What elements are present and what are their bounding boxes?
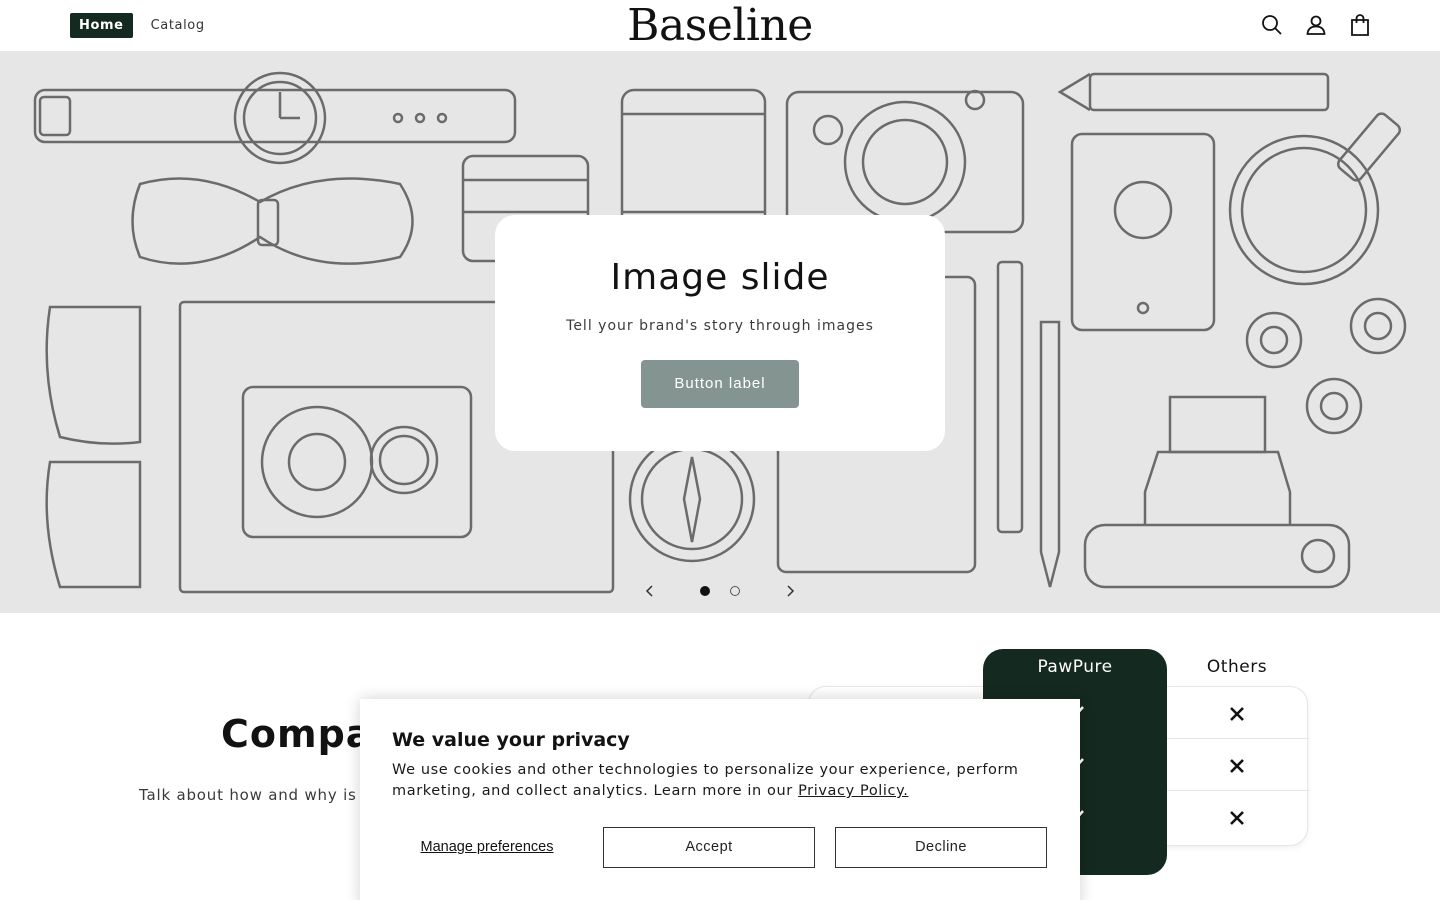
- site-logo[interactable]: Baseline: [0, 0, 1440, 52]
- cookie-text: We use cookies and other technologies to…: [392, 760, 1052, 802]
- cart-icon[interactable]: [1348, 13, 1372, 37]
- hero-subtitle: Tell your brand's story through images: [566, 318, 874, 334]
- cookie-banner: We value your privacy We use cookies and…: [360, 699, 1080, 900]
- decline-button[interactable]: Decline: [835, 827, 1047, 868]
- chevron-left-icon[interactable]: [640, 581, 660, 601]
- others-column-header: Others: [1206, 657, 1268, 677]
- slide-dot-1[interactable]: [700, 586, 710, 596]
- x-icon: [1227, 756, 1247, 776]
- slider-controls: [640, 580, 800, 602]
- account-icon[interactable]: [1304, 13, 1328, 37]
- privacy-policy-link[interactable]: Privacy Policy.: [798, 783, 908, 799]
- hero-cta-button[interactable]: Button label: [641, 360, 799, 408]
- comparison-text: Talk about how and why is y: [139, 786, 372, 804]
- x-icon: [1227, 808, 1247, 828]
- hero-content-card: Image slide Tell your brand's story thro…: [495, 215, 945, 451]
- hero-title: Image slide: [610, 257, 830, 298]
- header-icons: [1260, 13, 1372, 37]
- chevron-right-icon[interactable]: [780, 581, 800, 601]
- cookie-body: We use cookies and other technologies to…: [392, 762, 1019, 799]
- cookie-title: We value your privacy: [392, 729, 630, 751]
- site-header: Home Catalog Baseline: [0, 0, 1440, 52]
- manage-preferences-button[interactable]: Manage preferences: [392, 827, 582, 867]
- slider-dots: [700, 586, 740, 596]
- x-icon: [1227, 704, 1247, 724]
- accept-button[interactable]: Accept: [603, 827, 815, 868]
- brand-column-header: PawPure: [1037, 657, 1113, 677]
- slide-dot-2[interactable]: [730, 586, 740, 596]
- search-icon[interactable]: [1260, 13, 1284, 37]
- hero-slideshow: Image slide Tell your brand's story thro…: [0, 52, 1440, 613]
